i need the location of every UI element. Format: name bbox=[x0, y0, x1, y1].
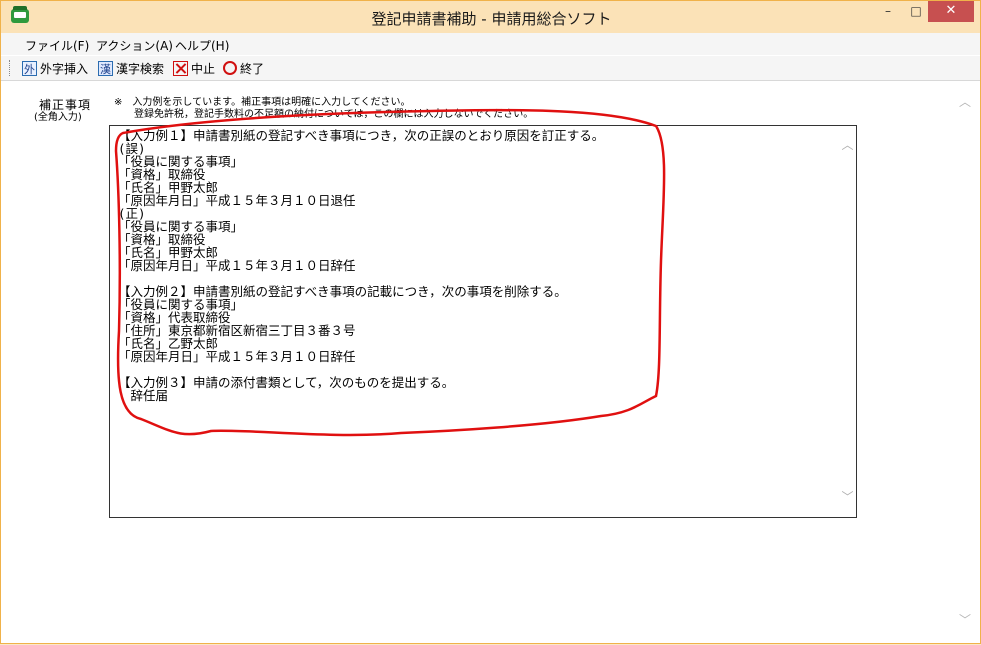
note-line: 登録免許税，登記手数料の不足額の納付については，この欄には入力しないでください。 bbox=[114, 109, 534, 120]
correction-textarea[interactable]: 【入力例１】申請書別紙の登記すべき事項につき，次の正誤のとおり原因を訂正する。(… bbox=[109, 125, 857, 518]
textarea-line: 「原因年月日」平成１５年３月１０日辞任 bbox=[118, 349, 356, 364]
insert-gaiji-label: 外字挿入 bbox=[40, 61, 89, 76]
exit-label: 終了 bbox=[240, 61, 265, 76]
textarea-scrollbar[interactable]: ︿ ﹀ bbox=[839, 126, 856, 517]
textarea-line: 【入力例３】申請の添付書類として，次のものを提出する。 bbox=[118, 375, 455, 390]
cancel-label: 中止 bbox=[191, 61, 216, 76]
menu-action[interactable]: アクション(A) bbox=[96, 37, 173, 54]
cancel-button[interactable]: 中止 bbox=[173, 59, 215, 77]
textarea-line: 「原因年月日」平成１５年３月１０日辞任 bbox=[118, 258, 356, 273]
gaiji-icon: 外 bbox=[22, 60, 37, 76]
textarea-text: 【入力例１】申請書別紙の登記すべき事項につき，次の正誤のとおり原因を訂正する。(… bbox=[118, 129, 604, 402]
title-bar[interactable]: 登記申請書補助 - 申請用総合ソフト – □ ✕ bbox=[1, 1, 980, 33]
menu-bar: ファイル(F) アクション(A) ヘルプ(H) bbox=[1, 33, 980, 55]
textarea-line: 辞任届 bbox=[118, 388, 169, 403]
maximize-button[interactable]: □ bbox=[903, 1, 929, 22]
window-scroll-down-icon[interactable]: ﹀ bbox=[953, 611, 977, 631]
textarea-line: 【入力例１】申請書別紙の登記すべき事項につき，次の正誤のとおり原因を訂正する。 bbox=[118, 128, 605, 143]
kanji-search-icon: 漢 bbox=[98, 60, 113, 76]
kanji-search-label: 漢字検索 bbox=[116, 61, 165, 76]
close-button[interactable]: ✕ bbox=[928, 1, 974, 22]
window-title: 登記申請書補助 - 申請用総合ソフト bbox=[371, 10, 612, 28]
toolbar-grip[interactable] bbox=[9, 60, 13, 76]
form-area: 補正事項 (全角入力) ※ 入力例を示しています。補正事項は明確に入力してくださ… bbox=[1, 81, 980, 643]
exit-circle-icon bbox=[223, 61, 237, 75]
window-scroll-up-icon[interactable]: ︿ bbox=[953, 93, 977, 113]
app-window: 登記申請書補助 - 申請用総合ソフト – □ ✕ ファイル(F) アクション(A… bbox=[0, 0, 981, 644]
textarea-scroll-up-icon[interactable]: ︿ bbox=[839, 136, 856, 153]
cancel-x-icon bbox=[173, 60, 188, 76]
window-scrollbar[interactable]: ︿ ﹀ bbox=[953, 81, 977, 643]
toolbar: 外 外字挿入 漢 漢字検索 中止 終了 bbox=[1, 56, 980, 81]
textarea-scroll-down-icon[interactable]: ﹀ bbox=[839, 488, 856, 505]
kanji-search-button[interactable]: 漢 漢字検索 bbox=[98, 59, 164, 77]
note-line: ※ 入力例を示しています。補正事項は明確に入力してください。 bbox=[114, 97, 411, 108]
textarea-line: 「原因年月日」平成１５年３月１０日退任 bbox=[118, 193, 356, 208]
insert-gaiji-button[interactable]: 外 外字挿入 bbox=[22, 59, 88, 77]
menu-file[interactable]: ファイル(F) bbox=[25, 37, 89, 54]
input-notes: ※ 入力例を示しています。補正事項は明確に入力してください。 登録免許税，登記手… bbox=[114, 97, 533, 121]
minimize-button[interactable]: – bbox=[875, 1, 901, 22]
menu-help[interactable]: ヘルプ(H) bbox=[175, 37, 229, 54]
exit-button[interactable]: 終了 bbox=[223, 59, 264, 77]
field-sublabel: (全角入力) bbox=[34, 112, 82, 123]
